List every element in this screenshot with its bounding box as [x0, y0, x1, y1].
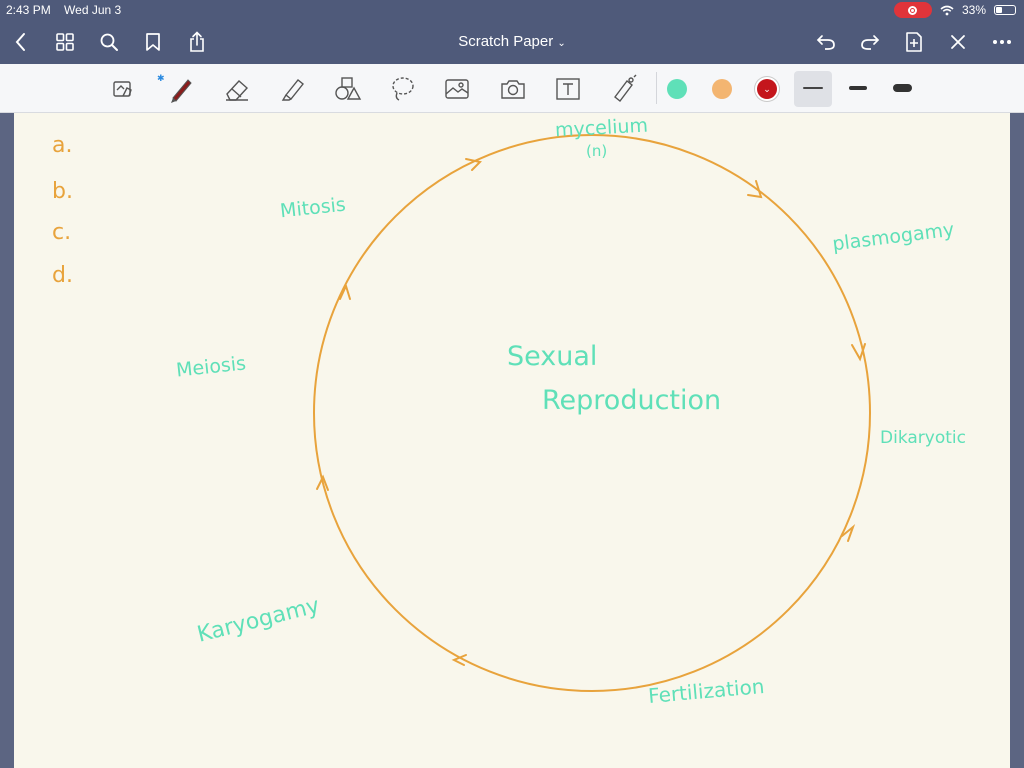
chevron-left-icon[interactable] — [9, 30, 33, 54]
note-canvas[interactable]: a. b. c. d. Sexual Reproduction mycelium… — [14, 113, 1010, 768]
eraser-icon[interactable] — [222, 74, 252, 104]
chevron-down-icon: ⌄ — [763, 84, 771, 94]
svg-text:✱: ✱ — [157, 74, 165, 84]
wifi-icon — [940, 5, 954, 15]
center-label-reproduction: Reproduction — [542, 385, 722, 416]
color-swatch-red[interactable]: ⌄ — [757, 79, 777, 99]
redo-icon[interactable] — [858, 30, 882, 54]
status-time: 2:43 PM — [6, 3, 51, 17]
grid-icon[interactable] — [53, 30, 77, 54]
drawing-toolbar: ✱ — [0, 64, 1024, 113]
list-letter-b: b. — [52, 179, 73, 204]
chevron-down-icon: ⌄ — [557, 38, 566, 49]
bookmark-icon[interactable] — [141, 30, 165, 54]
highlighter-icon[interactable] — [278, 74, 308, 104]
share-icon[interactable] — [185, 30, 209, 54]
center-label-sexual: Sexual — [507, 341, 598, 372]
thickness-thick[interactable] — [893, 84, 912, 92]
thickness-medium[interactable] — [849, 86, 867, 90]
text-icon[interactable] — [553, 74, 583, 104]
status-bar-right: 33% — [893, 2, 1016, 18]
thickness-thin[interactable] — [803, 87, 823, 89]
list-letter-c: c. — [52, 220, 72, 245]
more-icon[interactable] — [990, 30, 1014, 54]
camera-icon[interactable] — [498, 74, 528, 104]
battery-percent: 33% — [961, 3, 986, 17]
battery-icon — [994, 5, 1016, 15]
laser-pointer-icon[interactable] — [608, 74, 638, 104]
document-title[interactable]: Scratch Paper ⌄ — [458, 33, 566, 50]
label-dikaryotic: Dikaryotic — [880, 428, 966, 448]
add-page-icon[interactable] — [902, 30, 926, 54]
shapes-icon[interactable] — [332, 74, 362, 104]
status-bar-left: 2:43 PM Wed Jun 3 — [6, 3, 131, 17]
pen-icon[interactable]: ✱ — [157, 74, 196, 104]
title-bar: 2:43 PM Wed Jun 3 33% Scratch Paper ⌄ — [0, 0, 1024, 64]
status-date: Wed Jun 3 — [64, 3, 122, 17]
close-icon[interactable] — [946, 30, 970, 54]
color-swatch-teal[interactable] — [667, 79, 687, 99]
undo-icon[interactable] — [814, 30, 838, 54]
color-swatch-orange[interactable] — [712, 79, 732, 99]
image-icon[interactable] — [442, 74, 472, 104]
search-icon[interactable] — [97, 30, 121, 54]
list-letter-a: a. — [52, 133, 73, 158]
lifecycle-circle — [313, 134, 871, 692]
label-mycelium-ploidy: (n) — [586, 142, 608, 160]
list-letter-d: d. — [52, 263, 73, 288]
lasso-icon[interactable] — [388, 74, 418, 104]
screen-recording-icon[interactable] — [893, 2, 932, 18]
thickness-selected-bg — [794, 71, 832, 107]
reading-mode-icon[interactable] — [108, 74, 138, 104]
